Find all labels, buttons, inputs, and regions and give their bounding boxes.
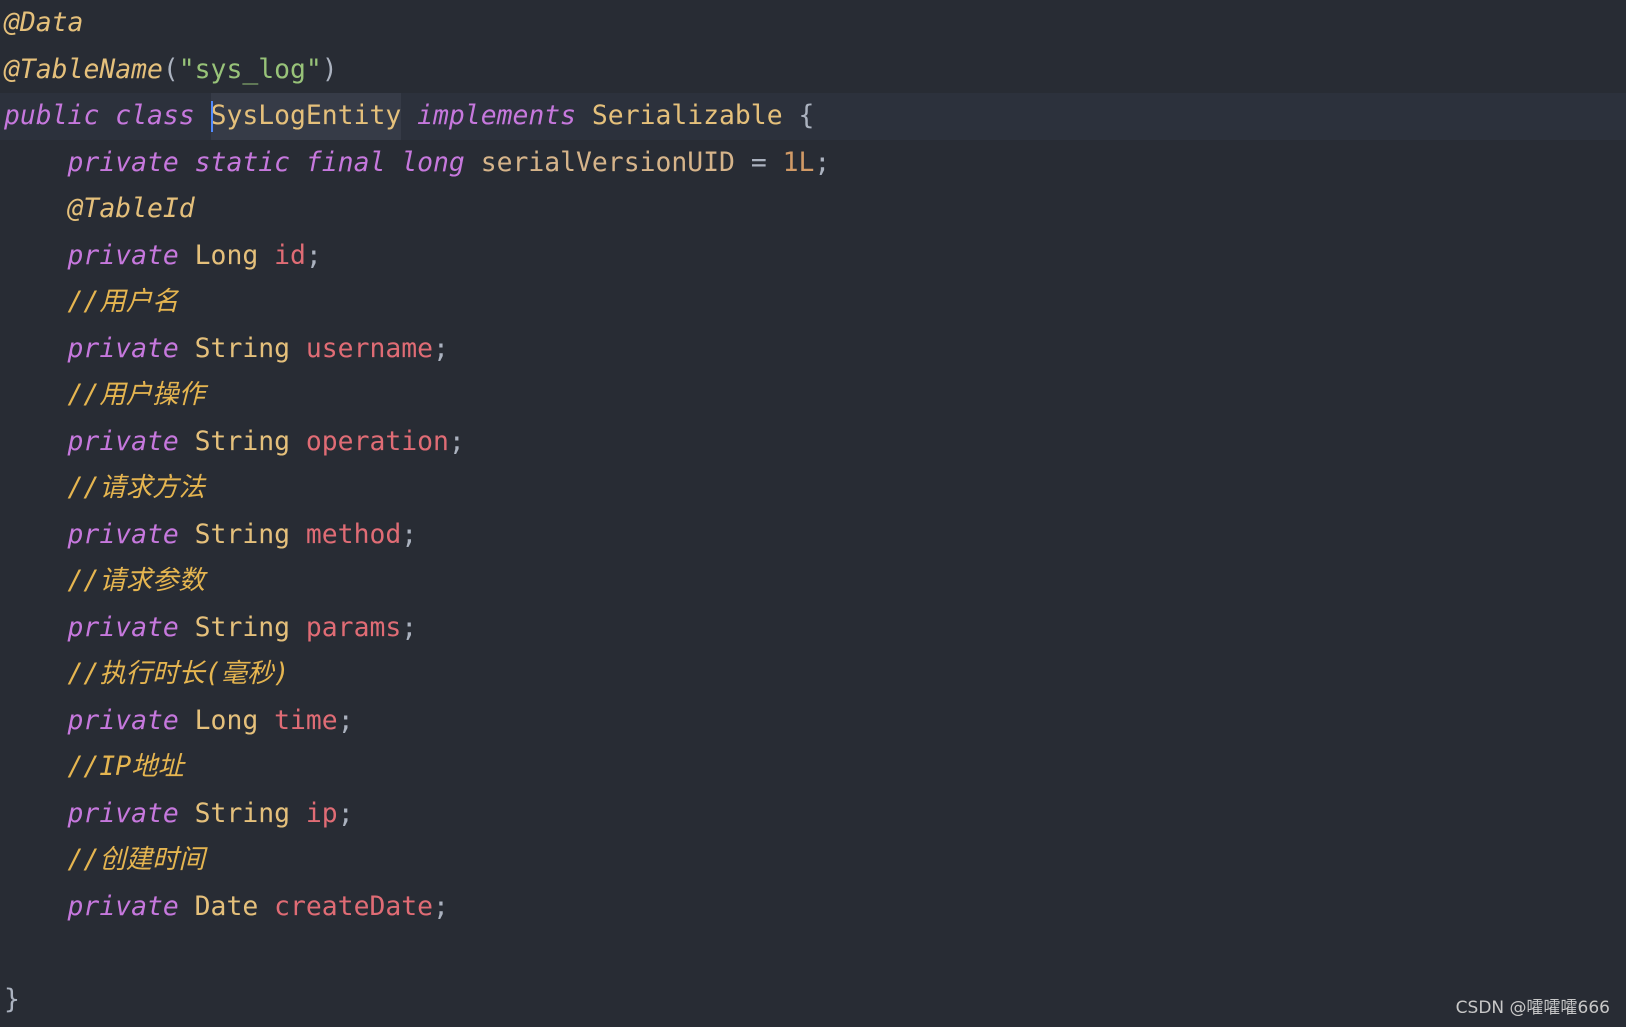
keyword-long: long (401, 146, 465, 178)
code-line-7[interactable]: //用户名 (0, 279, 1626, 326)
code-line-22[interactable]: } (0, 977, 1626, 1024)
semicolon: ; (401, 611, 418, 643)
keyword-class: class (115, 100, 195, 131)
keyword-private: private (67, 797, 179, 829)
semicolon: ; (337, 704, 354, 736)
interface-name: Serializable (591, 100, 783, 131)
code-line-1[interactable]: @Data (0, 0, 1626, 47)
field-name: username (305, 332, 434, 364)
semicolon: ; (448, 425, 465, 457)
comment: //创建时间 (67, 844, 205, 875)
field-name: operation (305, 425, 449, 457)
field-name: id (274, 239, 306, 271)
type-name: Long (194, 239, 259, 271)
code-line-5[interactable]: @TableId (0, 186, 1626, 233)
code-line-9[interactable]: //用户操作 (0, 372, 1626, 419)
comment: //请求参数 (67, 565, 205, 596)
code-line-12[interactable]: private String method; (0, 512, 1626, 559)
keyword-private: private (67, 425, 179, 457)
field-name: params (305, 611, 402, 643)
keyword-private: private (67, 146, 179, 178)
comment: //用户名 (67, 286, 179, 317)
watermark: CSDN @嚯嚯嚯666 (1455, 998, 1610, 1018)
constant-name: serialVersionUID (480, 146, 735, 178)
code-line-16[interactable]: private Long time; (0, 698, 1626, 745)
annotation-table-name: @TableName (4, 53, 163, 85)
comment: //执行时长(毫秒) (67, 658, 290, 689)
code-line-18[interactable]: private String ip; (0, 791, 1626, 838)
comment: //用户操作 (67, 379, 205, 410)
comment: //IP地址 (67, 751, 184, 782)
semicolon: ; (305, 239, 322, 271)
code-line-8[interactable]: private String username; (0, 326, 1626, 373)
code-line-4[interactable]: private static final long serialVersionU… (0, 140, 1626, 187)
type-name: Date (194, 890, 259, 922)
keyword-private: private (67, 611, 179, 643)
code-line-20[interactable]: private Date createDate; (0, 884, 1626, 931)
keyword-private: private (67, 332, 179, 364)
field-name: ip (305, 797, 338, 829)
operator-equals: = (750, 146, 767, 178)
code-line-21[interactable] (0, 930, 1626, 977)
code-line-11[interactable]: //请求方法 (0, 465, 1626, 512)
type-name: String (194, 425, 291, 457)
keyword-static: static (194, 146, 291, 178)
annotation-table-id: @TableId (67, 193, 195, 224)
keyword-final: final (305, 146, 386, 178)
keyword-private: private (67, 704, 179, 736)
comment: //请求方法 (67, 472, 205, 503)
code-line-19[interactable]: //创建时间 (0, 837, 1626, 884)
code-line-17[interactable]: //IP地址 (0, 744, 1626, 791)
keyword-private: private (67, 239, 179, 271)
code-line-3[interactable]: public class SysLogEntity implements Ser… (0, 93, 1626, 140)
semicolon: ; (814, 146, 831, 178)
word-highlight: SysLogEntity (210, 93, 402, 140)
number-literal: 1L (782, 146, 815, 178)
paren-close: ) (321, 53, 338, 85)
keyword-private: private (67, 890, 179, 922)
brace-open: { (798, 100, 815, 131)
code-line-14[interactable]: private String params; (0, 605, 1626, 652)
semicolon: ; (401, 518, 418, 550)
code-line-10[interactable]: private String operation; (0, 419, 1626, 466)
field-name: time (274, 704, 338, 736)
text-caret (210, 101, 213, 132)
code-line-2[interactable]: @TableName("sys_log") (0, 47, 1626, 94)
semicolon: ; (433, 332, 449, 364)
field-name: createDate (274, 890, 434, 922)
keyword-implements: implements (417, 100, 577, 131)
keyword-public: public (4, 100, 100, 131)
class-name: SysLogEntity (210, 100, 402, 131)
paren-open: ( (162, 53, 179, 85)
semicolon: ; (337, 797, 354, 829)
brace-close: } (4, 983, 20, 1015)
type-name: String (194, 332, 291, 364)
type-name: String (194, 518, 291, 550)
string-literal: "sys_log" (178, 53, 322, 85)
code-line-6[interactable]: private Long id; (0, 233, 1626, 280)
type-name: String (194, 611, 291, 643)
type-name: Long (194, 704, 259, 736)
semicolon: ; (433, 890, 449, 922)
keyword-private: private (67, 518, 179, 550)
field-name: method (305, 518, 402, 550)
type-name: String (194, 797, 291, 829)
annotation-data: @Data (4, 7, 84, 38)
code-editor[interactable]: @Data @TableName("sys_log") public class… (0, 0, 1626, 1027)
code-line-15[interactable]: //执行时长(毫秒) (0, 651, 1626, 698)
code-line-13[interactable]: //请求参数 (0, 558, 1626, 605)
